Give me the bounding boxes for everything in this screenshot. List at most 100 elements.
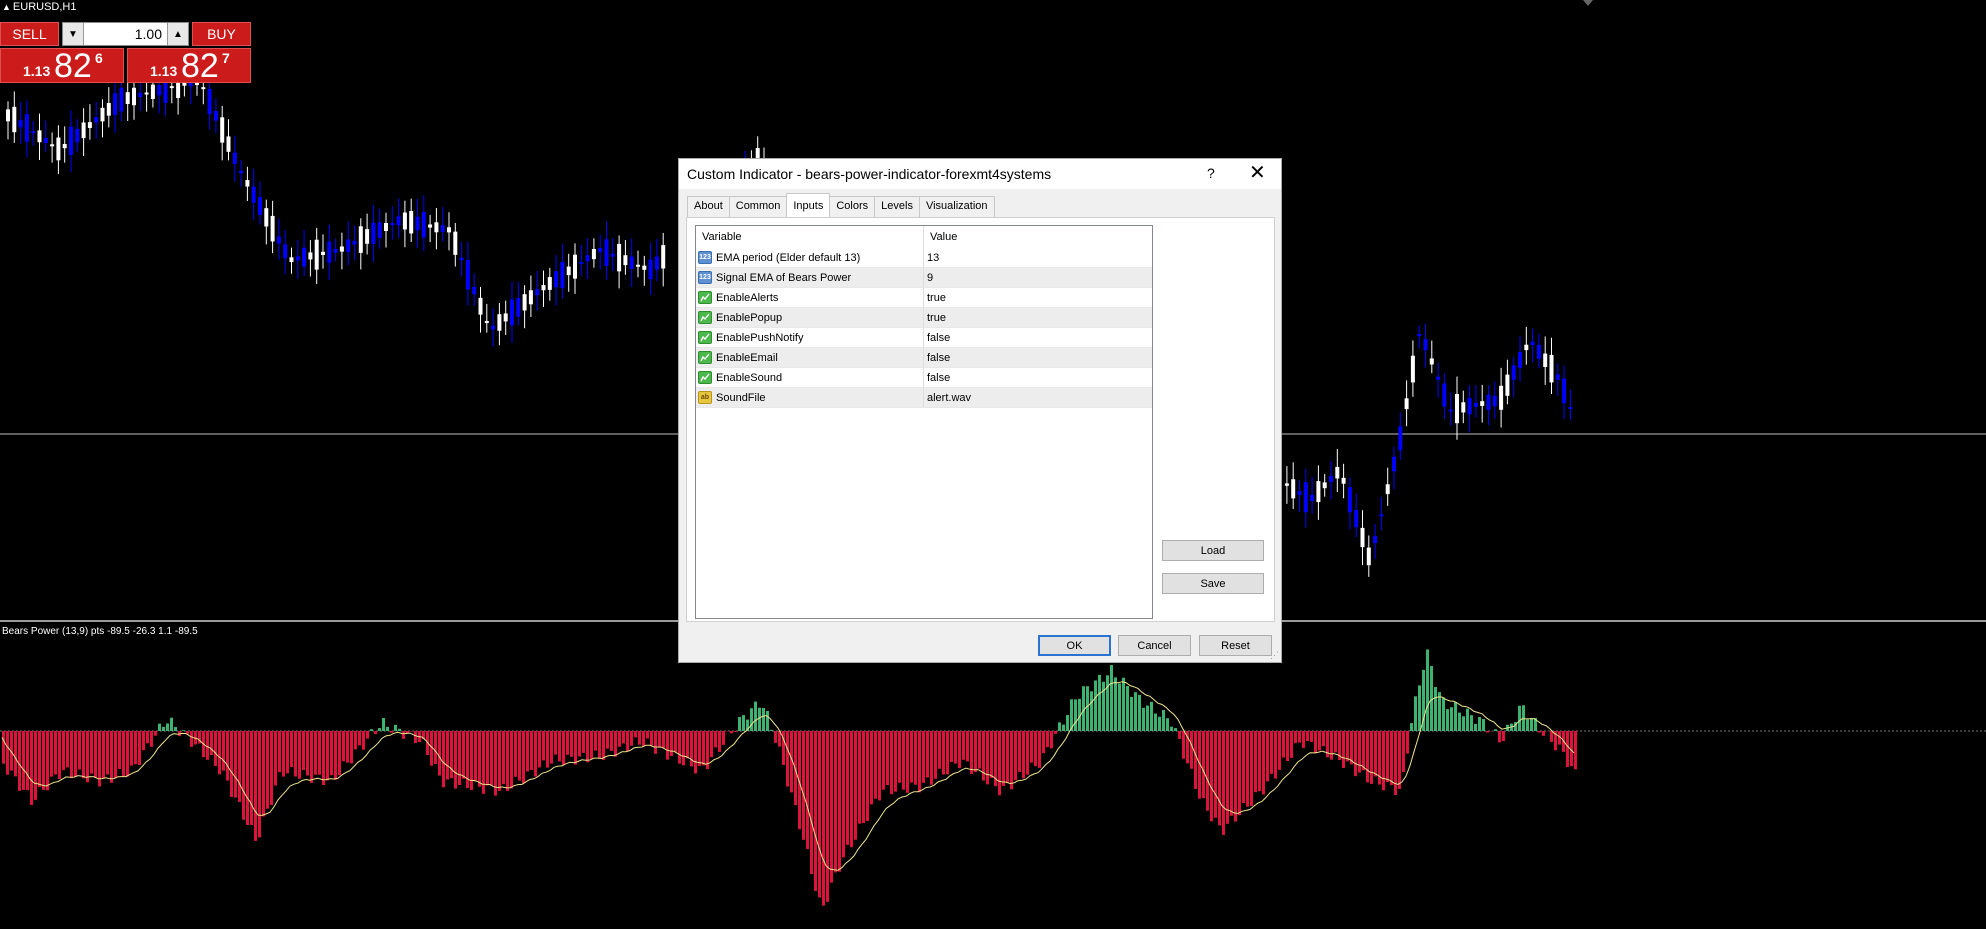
candle-body: [516, 298, 521, 317]
candle-body: [1322, 482, 1327, 489]
candle-body: [1303, 482, 1308, 513]
histogram-bar: [1314, 731, 1317, 754]
histogram-bar: [1094, 680, 1097, 731]
histogram-bar: [962, 731, 965, 760]
histogram-bar: [378, 728, 381, 731]
variable-value[interactable]: false: [924, 348, 950, 367]
histogram-bar: [162, 726, 165, 731]
candle-body: [169, 86, 174, 89]
buy-button[interactable]: BUY: [192, 22, 251, 46]
candle-body: [465, 259, 470, 290]
bid-price[interactable]: 1.13 82 6: [0, 47, 124, 85]
histogram-bar: [1154, 713, 1157, 731]
table-row[interactable]: ab SoundFile alert.wav: [696, 388, 1152, 408]
histogram-bar: [1034, 731, 1037, 767]
histogram-bar: [970, 731, 973, 774]
tab-inputs[interactable]: Inputs: [786, 193, 831, 217]
table-row[interactable]: EnableSound false: [696, 368, 1152, 388]
cancel-button[interactable]: Cancel: [1118, 635, 1191, 656]
histogram-bar: [1106, 675, 1109, 731]
histogram-bar: [358, 731, 361, 746]
tab-levels[interactable]: Levels: [874, 196, 920, 217]
candle-body: [1291, 479, 1296, 499]
close-icon[interactable]: ✕: [1249, 160, 1266, 185]
candle-body: [37, 130, 42, 143]
variable-name: EnablePopup: [716, 311, 783, 324]
column-header-value[interactable]: Value: [924, 226, 957, 248]
candle-body: [1486, 394, 1491, 410]
tab-visualization[interactable]: Visualization: [918, 196, 995, 217]
tab-common[interactable]: Common: [728, 196, 788, 217]
candle-body: [1505, 374, 1510, 396]
load-button[interactable]: Load: [1162, 540, 1264, 561]
histogram-bar: [646, 731, 649, 739]
histogram-bar: [538, 731, 541, 768]
histogram-bar: [614, 731, 617, 757]
candle-body: [1436, 376, 1441, 380]
resize-grip-icon[interactable]: ⋰: [1270, 650, 1279, 661]
ok-button[interactable]: OK: [1038, 635, 1111, 656]
triangle-up-icon[interactable]: ▲: [167, 23, 188, 45]
table-row[interactable]: EnableEmail false: [696, 348, 1152, 368]
histogram-bar: [210, 731, 213, 756]
histogram-bar: [850, 731, 853, 848]
histogram-bar: [170, 717, 173, 731]
table-row[interactable]: EnablePushNotify false: [696, 328, 1152, 348]
reset-button[interactable]: Reset: [1199, 635, 1272, 656]
candle-body: [302, 247, 307, 267]
column-header-variable[interactable]: Variable: [696, 226, 924, 248]
histogram-bar: [1178, 731, 1181, 739]
chart-shift-marker[interactable]: [1583, 0, 1593, 6]
histogram-bar: [1518, 705, 1521, 731]
histogram-bar: [38, 731, 41, 788]
sell-button[interactable]: SELL: [0, 22, 59, 46]
candle-body: [132, 87, 136, 106]
tab-colors[interactable]: Colors: [829, 196, 876, 217]
histogram-bar: [1202, 731, 1205, 799]
histogram-bar: [314, 731, 317, 775]
table-header: Variable Value: [696, 226, 1152, 248]
table-row[interactable]: 123 EMA period (Elder default 13) 13: [696, 248, 1152, 268]
histogram-bar: [1066, 715, 1069, 731]
ask-price[interactable]: 1.13 82 7: [127, 47, 251, 85]
variable-value[interactable]: false: [924, 368, 950, 387]
candle-body: [510, 299, 514, 326]
histogram-bar: [1294, 731, 1297, 744]
candle-body: [245, 180, 250, 187]
inputs-table[interactable]: Variable Value 123 EMA period (Elder defa…: [695, 225, 1153, 619]
histogram-bar: [1266, 731, 1269, 782]
variable-value[interactable]: false: [924, 328, 950, 347]
tab-about[interactable]: About: [687, 196, 730, 217]
histogram-bar: [58, 731, 61, 779]
variable-value[interactable]: 9: [924, 268, 933, 287]
histogram-bar: [1250, 731, 1253, 806]
variable-value[interactable]: 13: [924, 248, 939, 267]
histogram-bar: [1130, 696, 1133, 731]
lot-size-field[interactable]: ▼ 1.00 ▲: [62, 22, 189, 46]
variable-name: EnableSound: [716, 371, 783, 384]
variable-value[interactable]: true: [924, 288, 946, 307]
histogram-bar: [98, 731, 101, 787]
histogram-bar: [1362, 731, 1365, 771]
table-row[interactable]: 123 Signal EMA of Bears Power 9: [696, 268, 1152, 288]
table-row[interactable]: EnablePopup true: [696, 308, 1152, 328]
variable-value[interactable]: alert.wav: [924, 388, 971, 407]
save-button[interactable]: Save: [1162, 573, 1264, 594]
table-row[interactable]: EnableAlerts true: [696, 288, 1152, 308]
lot-value[interactable]: 1.00: [135, 26, 162, 42]
collapse-triangle-icon[interactable]: ▲: [2, 2, 11, 12]
histogram-bar: [602, 731, 605, 760]
histogram-bar: [610, 731, 613, 751]
histogram-bar: [1102, 681, 1105, 731]
histogram-bar: [310, 731, 313, 783]
histogram-bar: [666, 731, 669, 760]
histogram-bar: [810, 731, 813, 875]
dialog-titlebar[interactable]: Custom Indicator - bears-power-indicator…: [679, 159, 1281, 189]
histogram-bar: [190, 731, 193, 747]
triangle-down-icon[interactable]: ▼: [63, 23, 84, 45]
histogram-bar: [106, 731, 109, 775]
candle-body: [642, 265, 647, 270]
help-icon[interactable]: ?: [1207, 165, 1215, 181]
candle-body: [1473, 402, 1478, 407]
variable-value[interactable]: true: [924, 308, 946, 327]
